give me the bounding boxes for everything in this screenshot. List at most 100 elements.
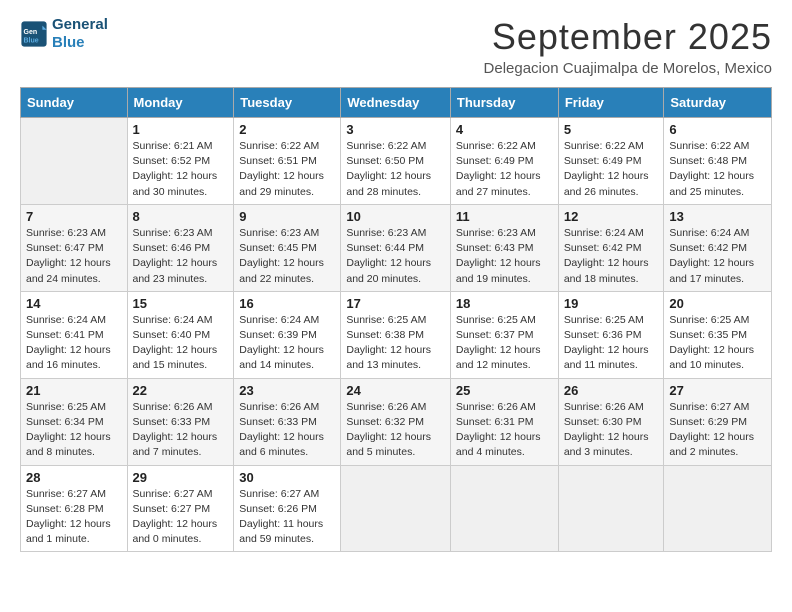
day-info: Sunrise: 6:22 AMSunset: 6:49 PMDaylight:… bbox=[564, 139, 659, 200]
header-friday: Friday bbox=[558, 88, 664, 118]
day-number: 9 bbox=[239, 209, 335, 224]
calendar-cell: 7Sunrise: 6:23 AMSunset: 6:47 PMDaylight… bbox=[21, 204, 128, 291]
header-saturday: Saturday bbox=[664, 88, 772, 118]
day-info: Sunrise: 6:27 AMSunset: 6:29 PMDaylight:… bbox=[669, 400, 766, 461]
calendar-cell: 16 Sunrise: 6:24 AMSunset: 6:39 PMDayligh… bbox=[234, 291, 341, 378]
header-thursday: Thursday bbox=[450, 88, 558, 118]
day-number: 30 bbox=[239, 470, 335, 485]
month-title: September 2025 bbox=[484, 16, 772, 58]
day-number: 22 bbox=[133, 383, 229, 398]
day-number: 27 bbox=[669, 383, 766, 398]
day-info: Sunrise: 6:26 AMSunset: 6:31 PMDaylight:… bbox=[456, 400, 553, 461]
calendar-header-row: SundayMondayTuesdayWednesdayThursdayFrid… bbox=[21, 88, 772, 118]
day-number: 11 bbox=[456, 209, 553, 224]
day-info: Sunrise: 6:26 AMSunset: 6:33 PMDaylight:… bbox=[239, 400, 335, 461]
day-number: 3 bbox=[346, 122, 445, 137]
page-header: Gen Blue General Blue September 2025 Del… bbox=[20, 16, 772, 77]
calendar-week-3: 14Sunrise: 6:24 AMSunset: 6:41 PMDayligh… bbox=[21, 291, 772, 378]
calendar-cell: 13 Sunrise: 6:24 AMSunset: 6:42 PMDayligh… bbox=[664, 204, 772, 291]
day-number: 21 bbox=[26, 383, 122, 398]
header-sunday: Sunday bbox=[21, 88, 128, 118]
day-number: 13 bbox=[669, 209, 766, 224]
day-number: 10 bbox=[346, 209, 445, 224]
day-info: Sunrise: 6:24 AMSunset: 6:39 PMDaylight:… bbox=[239, 313, 335, 374]
day-info: Sunrise: 6:21 AMSunset: 6:52 PMDaylight:… bbox=[133, 139, 229, 200]
calendar-week-2: 7Sunrise: 6:23 AMSunset: 6:47 PMDaylight… bbox=[21, 204, 772, 291]
day-number: 18 bbox=[456, 296, 553, 311]
calendar-cell: 3 Sunrise: 6:22 AMSunset: 6:50 PMDaylight… bbox=[341, 118, 451, 205]
calendar-cell: 23 Sunrise: 6:26 AMSunset: 6:33 PMDayligh… bbox=[234, 378, 341, 465]
calendar-cell bbox=[558, 465, 664, 552]
day-info: Sunrise: 6:24 AMSunset: 6:42 PMDaylight:… bbox=[669, 226, 766, 287]
calendar-cell: 18Sunrise: 6:25 AMSunset: 6:37 PMDayligh… bbox=[450, 291, 558, 378]
calendar-cell bbox=[450, 465, 558, 552]
logo: Gen Blue General Blue bbox=[20, 16, 108, 52]
day-number: 17 bbox=[346, 296, 445, 311]
title-block: September 2025 Delegacion Cuajimalpa de … bbox=[484, 16, 772, 77]
calendar-cell: 29Sunrise: 6:27 AMSunset: 6:27 PMDayligh… bbox=[127, 465, 234, 552]
day-info: Sunrise: 6:23 AMSunset: 6:43 PMDaylight:… bbox=[456, 226, 553, 287]
logo-line2: Blue bbox=[52, 34, 108, 52]
day-info: Sunrise: 6:27 AMSunset: 6:28 PMDaylight:… bbox=[26, 487, 122, 548]
calendar-cell: 10 Sunrise: 6:23 AMSunset: 6:44 PMDayligh… bbox=[341, 204, 451, 291]
calendar-week-4: 21 Sunrise: 6:25 AMSunset: 6:34 PMDayligh… bbox=[21, 378, 772, 465]
day-number: 20 bbox=[669, 296, 766, 311]
calendar-cell: 26 Sunrise: 6:26 AMSunset: 6:30 PMDayligh… bbox=[558, 378, 664, 465]
day-number: 4 bbox=[456, 122, 553, 137]
calendar-cell: 14Sunrise: 6:24 AMSunset: 6:41 PMDayligh… bbox=[21, 291, 128, 378]
day-number: 7 bbox=[26, 209, 122, 224]
day-number: 5 bbox=[564, 122, 659, 137]
day-number: 2 bbox=[239, 122, 335, 137]
day-number: 19 bbox=[564, 296, 659, 311]
calendar-cell: 17 Sunrise: 6:25 AMSunset: 6:38 PMDayligh… bbox=[341, 291, 451, 378]
calendar-cell: 25 Sunrise: 6:26 AMSunset: 6:31 PMDayligh… bbox=[450, 378, 558, 465]
day-info: Sunrise: 6:24 AMSunset: 6:42 PMDaylight:… bbox=[564, 226, 659, 287]
day-info: Sunrise: 6:24 AMSunset: 6:40 PMDaylight:… bbox=[133, 313, 229, 374]
calendar-cell: 22 Sunrise: 6:26 AMSunset: 6:33 PMDayligh… bbox=[127, 378, 234, 465]
svg-text:Blue: Blue bbox=[24, 37, 39, 44]
day-info: Sunrise: 6:22 AMSunset: 6:48 PMDaylight:… bbox=[669, 139, 766, 200]
day-info: Sunrise: 6:25 AMSunset: 6:38 PMDaylight:… bbox=[346, 313, 445, 374]
day-number: 26 bbox=[564, 383, 659, 398]
day-info: Sunrise: 6:22 AMSunset: 6:49 PMDaylight:… bbox=[456, 139, 553, 200]
day-info: Sunrise: 6:26 AMSunset: 6:32 PMDaylight:… bbox=[346, 400, 445, 461]
day-info: Sunrise: 6:22 AMSunset: 6:51 PMDaylight:… bbox=[239, 139, 335, 200]
day-info: Sunrise: 6:26 AMSunset: 6:33 PMDaylight:… bbox=[133, 400, 229, 461]
calendar-cell: 19Sunrise: 6:25 AMSunset: 6:36 PMDayligh… bbox=[558, 291, 664, 378]
day-number: 1 bbox=[133, 122, 229, 137]
day-info: Sunrise: 6:23 AMSunset: 6:46 PMDaylight:… bbox=[133, 226, 229, 287]
calendar-cell bbox=[341, 465, 451, 552]
calendar-week-1: 1 Sunrise: 6:21 AMSunset: 6:52 PMDaylight… bbox=[21, 118, 772, 205]
day-info: Sunrise: 6:27 AMSunset: 6:27 PMDaylight:… bbox=[133, 487, 229, 548]
day-info: Sunrise: 6:22 AMSunset: 6:50 PMDaylight:… bbox=[346, 139, 445, 200]
day-info: Sunrise: 6:23 AMSunset: 6:45 PMDaylight:… bbox=[239, 226, 335, 287]
calendar-cell: 24Sunrise: 6:26 AMSunset: 6:32 PMDayligh… bbox=[341, 378, 451, 465]
subtitle: Delegacion Cuajimalpa de Morelos, Mexico bbox=[484, 60, 772, 77]
day-number: 12 bbox=[564, 209, 659, 224]
calendar-cell: 28Sunrise: 6:27 AMSunset: 6:28 PMDayligh… bbox=[21, 465, 128, 552]
calendar-cell: 8 Sunrise: 6:23 AMSunset: 6:46 PMDaylight… bbox=[127, 204, 234, 291]
svg-text:Gen: Gen bbox=[24, 29, 38, 36]
day-number: 23 bbox=[239, 383, 335, 398]
calendar-cell: 30 Sunrise: 6:27 AMSunset: 6:26 PMDayligh… bbox=[234, 465, 341, 552]
calendar-cell bbox=[664, 465, 772, 552]
logo-icon: Gen Blue bbox=[20, 20, 48, 48]
header-tuesday: Tuesday bbox=[234, 88, 341, 118]
day-info: Sunrise: 6:27 AMSunset: 6:26 PMDaylight:… bbox=[239, 487, 335, 548]
calendar-cell: 4 Sunrise: 6:22 AMSunset: 6:49 PMDaylight… bbox=[450, 118, 558, 205]
calendar-week-5: 28Sunrise: 6:27 AMSunset: 6:28 PMDayligh… bbox=[21, 465, 772, 552]
day-number: 25 bbox=[456, 383, 553, 398]
day-info: Sunrise: 6:25 AMSunset: 6:35 PMDaylight:… bbox=[669, 313, 766, 374]
day-number: 8 bbox=[133, 209, 229, 224]
logo-line1: General bbox=[52, 16, 108, 34]
day-info: Sunrise: 6:26 AMSunset: 6:30 PMDaylight:… bbox=[564, 400, 659, 461]
calendar-cell: 27 Sunrise: 6:27 AMSunset: 6:29 PMDayligh… bbox=[664, 378, 772, 465]
calendar-cell: 9 Sunrise: 6:23 AMSunset: 6:45 PMDaylight… bbox=[234, 204, 341, 291]
header-monday: Monday bbox=[127, 88, 234, 118]
day-info: Sunrise: 6:23 AMSunset: 6:44 PMDaylight:… bbox=[346, 226, 445, 287]
day-info: Sunrise: 6:25 AMSunset: 6:34 PMDaylight:… bbox=[26, 400, 122, 461]
calendar-cell: 5 Sunrise: 6:22 AMSunset: 6:49 PMDaylight… bbox=[558, 118, 664, 205]
calendar-cell: 11 Sunrise: 6:23 AMSunset: 6:43 PMDayligh… bbox=[450, 204, 558, 291]
day-number: 16 bbox=[239, 296, 335, 311]
calendar-cell: 21 Sunrise: 6:25 AMSunset: 6:34 PMDayligh… bbox=[21, 378, 128, 465]
